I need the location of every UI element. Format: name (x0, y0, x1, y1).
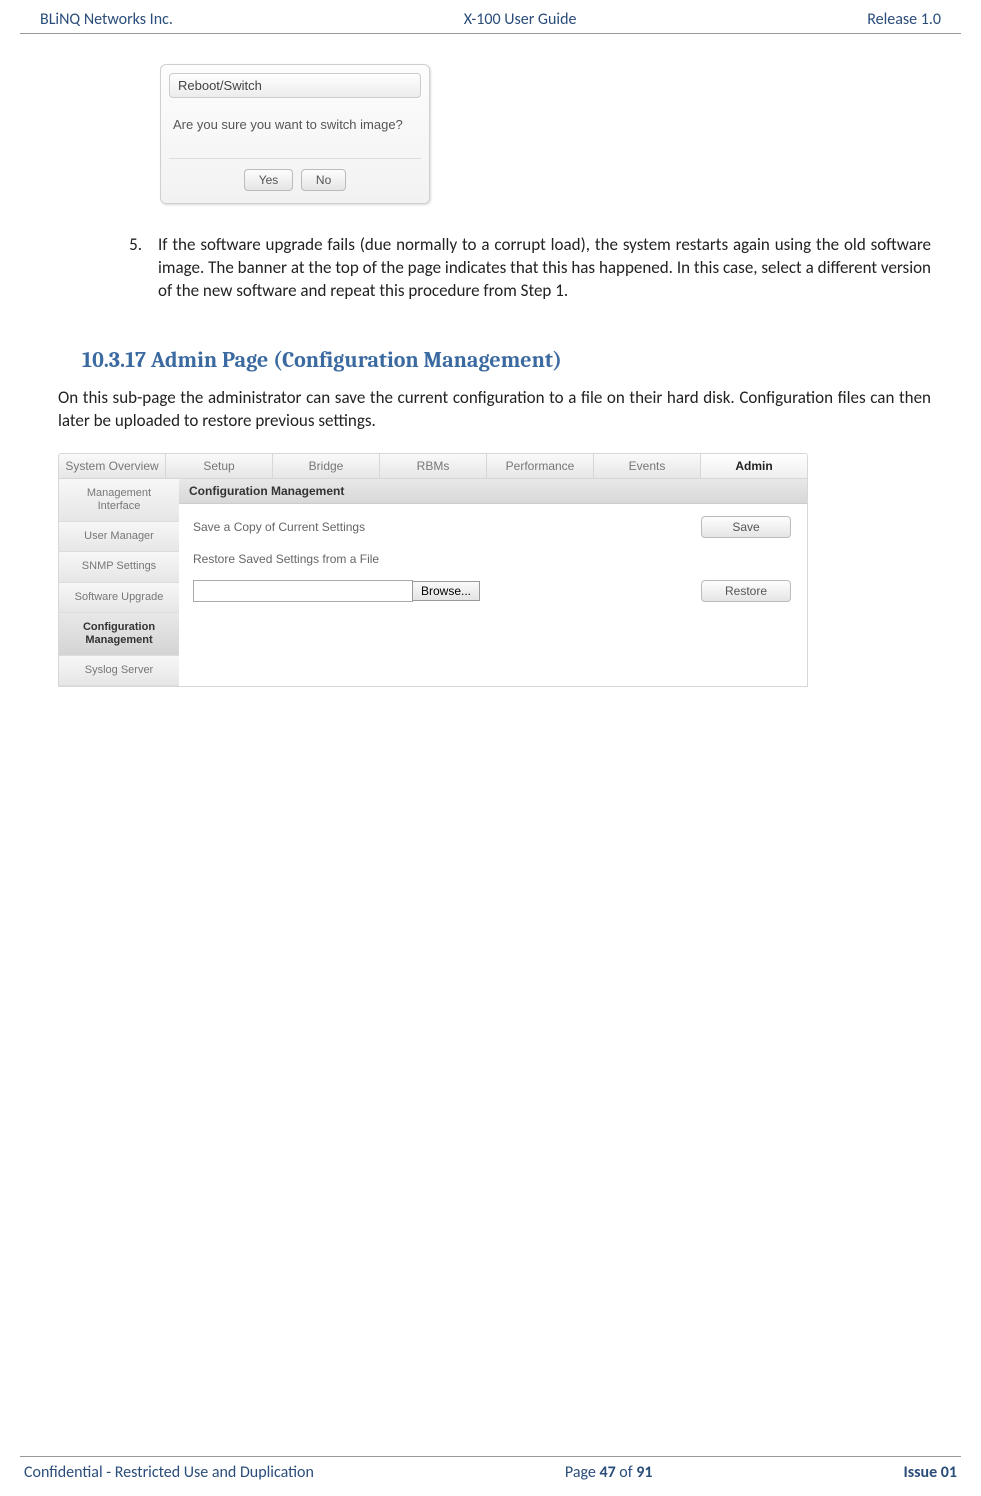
header-center: X-100 User Guide (464, 10, 577, 29)
dialog-message: Are you sure you want to switch image? (169, 112, 421, 158)
tab-system-overview[interactable]: System Overview (59, 454, 166, 478)
page-footer: Confidential - Restricted Use and Duplic… (20, 1456, 961, 1482)
top-tabs: System OverviewSetupBridgeRBMsPerformanc… (58, 453, 808, 479)
page-header: BLiNQ Networks Inc. X-100 User Guide Rel… (20, 0, 961, 34)
footer-page: Page 47 of 91 (565, 1463, 653, 1482)
file-path-input[interactable] (193, 580, 413, 602)
header-right: Release 1.0 (867, 10, 941, 29)
sidebar-item-software-upgrade[interactable]: Software Upgrade (59, 583, 179, 613)
panel-header: Configuration Management (179, 479, 807, 504)
section-paragraph: On this sub-page the administrator can s… (58, 387, 931, 433)
yes-button[interactable]: Yes (244, 169, 294, 191)
step-5: 5. If the software upgrade fails (due no… (118, 234, 931, 303)
section-heading: 10.3.17 Admin Page (Configuration Manage… (82, 347, 941, 373)
footer-right: Issue 01 (903, 1463, 957, 1482)
restore-settings-label: Restore Saved Settings from a File (193, 552, 493, 566)
restore-button[interactable]: Restore (701, 580, 791, 602)
footer-left: Confidential - Restricted Use and Duplic… (24, 1463, 314, 1482)
save-settings-label: Save a Copy of Current Settings (193, 520, 493, 534)
tab-events[interactable]: Events (594, 454, 701, 478)
sidebar-item-snmp-settings[interactable]: SNMP Settings (59, 552, 179, 582)
dialog-divider (169, 158, 421, 159)
dialog-title: Reboot/Switch (169, 73, 421, 98)
reboot-switch-dialog: Reboot/Switch Are you sure you want to s… (160, 64, 430, 204)
step-number: 5. (118, 234, 158, 303)
save-button[interactable]: Save (701, 516, 791, 538)
tab-performance[interactable]: Performance (487, 454, 594, 478)
sidebar-item-syslog-server[interactable]: Syslog Server (59, 656, 179, 686)
step-text: If the software upgrade fails (due norma… (158, 234, 931, 303)
sidebar-item-configuration-management[interactable]: Configuration Management (59, 613, 179, 656)
tab-setup[interactable]: Setup (166, 454, 273, 478)
no-button[interactable]: No (301, 169, 346, 191)
browse-button[interactable]: Browse... (412, 581, 480, 601)
tab-rbms[interactable]: RBMs (380, 454, 487, 478)
header-left: BLiNQ Networks Inc. (40, 10, 173, 29)
tab-admin[interactable]: Admin (701, 454, 807, 478)
sidebar-item-management-interface[interactable]: Management Interface (59, 479, 179, 522)
tab-bridge[interactable]: Bridge (273, 454, 380, 478)
admin-sidebar: Management InterfaceUser ManagerSNMP Set… (59, 479, 179, 687)
sidebar-item-user-manager[interactable]: User Manager (59, 522, 179, 552)
admin-config-screenshot: System OverviewSetupBridgeRBMsPerformanc… (58, 453, 808, 688)
config-panel: Configuration Management Save a Copy of … (179, 479, 807, 687)
